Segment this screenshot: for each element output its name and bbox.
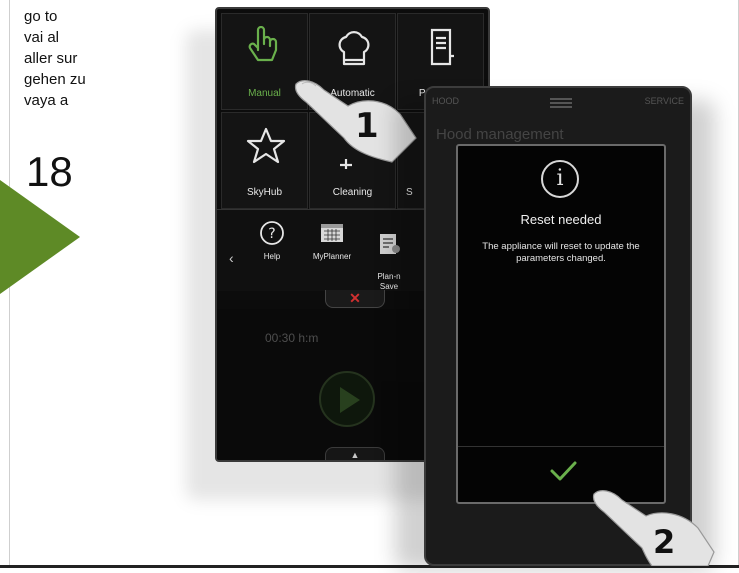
tile-cleaning-label: Cleaning: [332, 187, 373, 198]
chevron-left-icon[interactable]: ‹: [229, 250, 234, 266]
goto-instructions: go to vai al aller sur gehen zu vaya a: [24, 6, 86, 111]
goto-es: vaya a: [24, 92, 69, 109]
hamburger-icon[interactable]: [550, 98, 572, 100]
goto-fr: aller sur: [24, 50, 78, 67]
menu-myplanner-label: MyPlanner: [312, 252, 352, 261]
checkmark-icon[interactable]: [548, 458, 578, 484]
close-button[interactable]: ✕: [325, 290, 385, 308]
menu-help-label: Help: [263, 252, 281, 261]
reset-dialog: i Reset needed The appliance will reset …: [456, 144, 666, 504]
dialog-divider: [458, 446, 664, 447]
goto-en: go to: [24, 8, 58, 25]
phone-dialog-topbar: HOOD SERVICE: [432, 96, 684, 110]
menu-help[interactable]: ? Help: [243, 220, 301, 262]
goto-it: vai al: [24, 29, 60, 46]
question-icon: ?: [260, 221, 284, 245]
star-icon: [246, 127, 286, 164]
arrow-right-icon: [0, 180, 80, 294]
calendar-icon: [321, 224, 343, 242]
play-button[interactable]: [319, 371, 375, 427]
tab-hood[interactable]: HOOD: [432, 96, 459, 106]
dialog-message: The appliance will reset to update the p…: [482, 241, 640, 264]
step-1-label: 1: [355, 106, 379, 146]
dialog-title: Reset needed: [520, 212, 602, 227]
chef-hat-icon: [338, 31, 370, 66]
book-icon: [430, 28, 454, 66]
expand-up-button[interactable]: ▲: [325, 447, 385, 460]
screen-title: Hood management: [436, 126, 564, 143]
menu-myplanner[interactable]: MyPlanner: [303, 220, 361, 262]
hand-pointer-icon: [248, 26, 278, 62]
tab-service[interactable]: SERVICE: [645, 96, 684, 106]
timer-display: 00:30 h:m: [265, 331, 319, 345]
goto-de: gehen zu: [24, 71, 86, 88]
play-icon: [340, 387, 360, 413]
step-2-label: 2: [653, 523, 676, 561]
tile-skyhub-label: SkyHub: [246, 187, 282, 198]
svg-text:?: ?: [268, 226, 275, 242]
info-icon: i: [541, 160, 579, 198]
